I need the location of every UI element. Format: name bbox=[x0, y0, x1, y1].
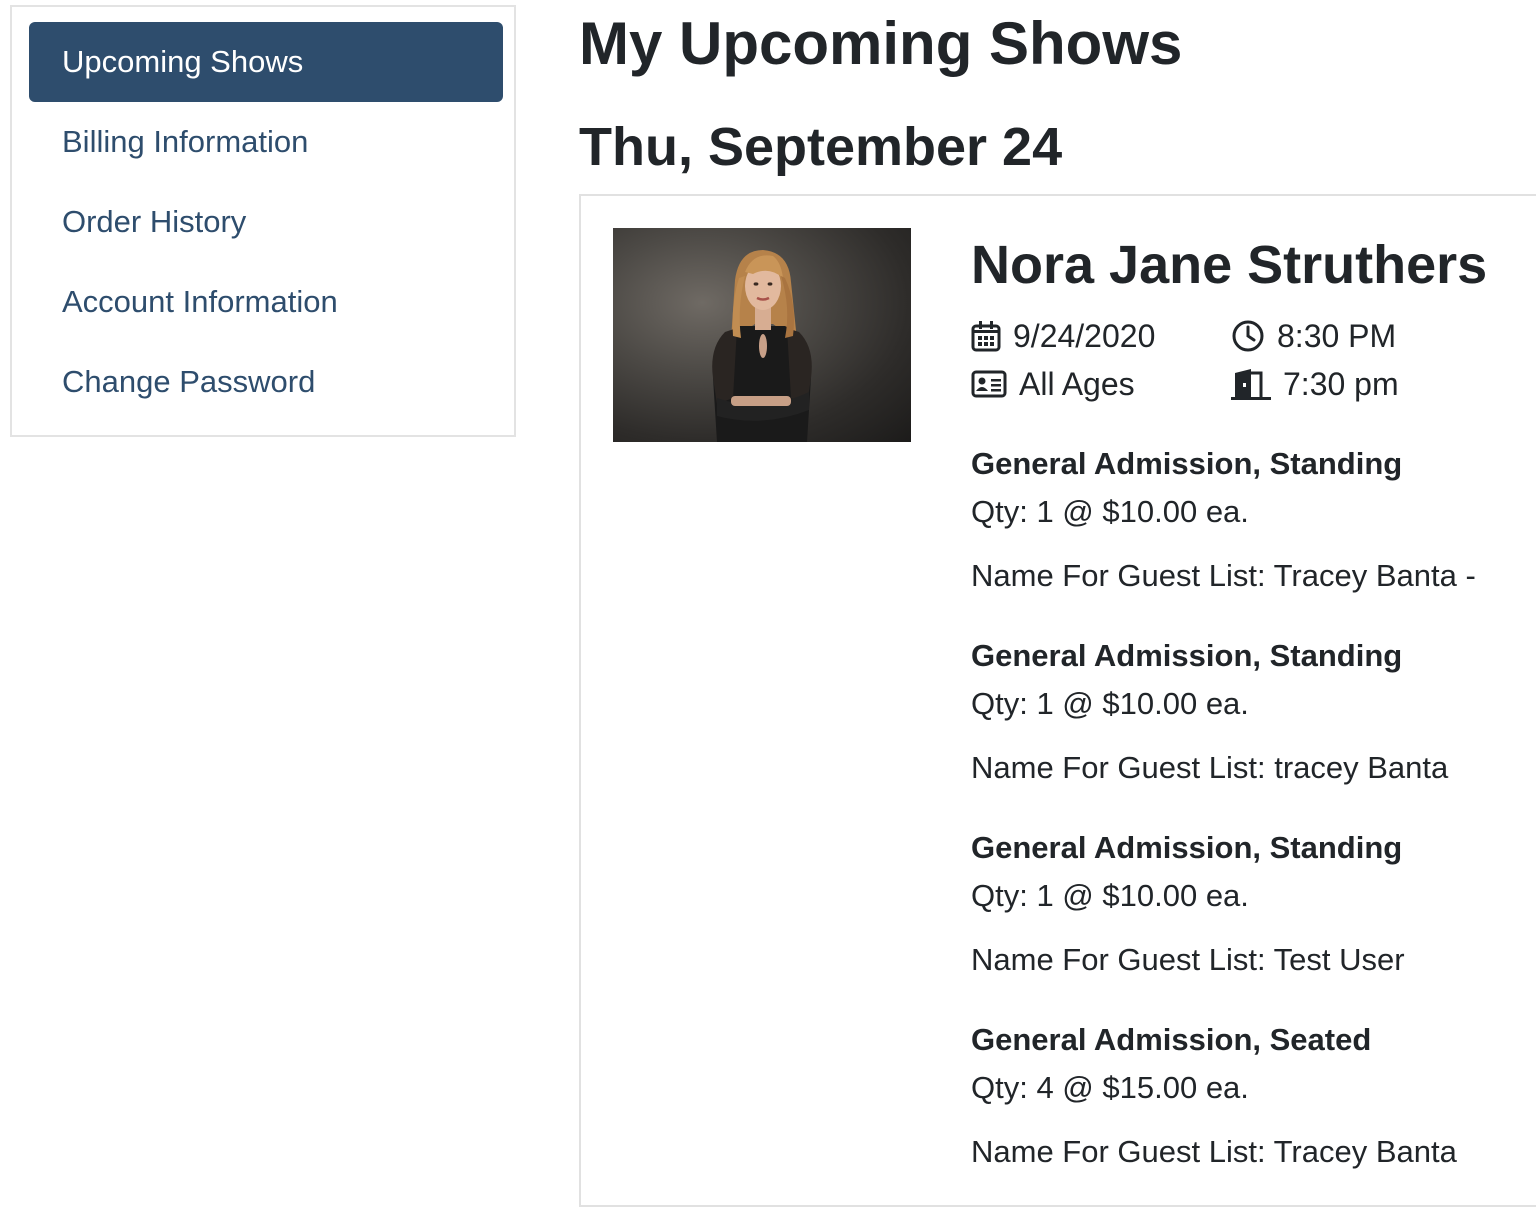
show-card: Nora Jane Struthers 9/24/2020 8:30 PM Al… bbox=[579, 194, 1536, 1207]
date-heading: Thu, September 24 bbox=[579, 117, 1063, 177]
account-sidebar: Upcoming Shows Billing Information Order… bbox=[10, 5, 516, 437]
guest-list-name: Name For Guest List: tracey Banta bbox=[971, 750, 1449, 785]
page-title: My Upcoming Shows bbox=[579, 10, 1183, 77]
sidebar-item-billing-information[interactable]: Billing Information bbox=[29, 102, 503, 182]
age-restriction: All Ages bbox=[971, 364, 1135, 404]
ticket-item: General Admission, Standing Qty: 1 @ $10… bbox=[971, 636, 1531, 788]
ticket-quantity: Qty: 4 @ $15.00 ea. bbox=[971, 1070, 1249, 1105]
show-time: 8:30 PM bbox=[1231, 316, 1396, 356]
sidebar-item-label: Order History bbox=[62, 204, 247, 239]
sidebar-item-change-password[interactable]: Change Password bbox=[29, 342, 503, 422]
ticket-quantity: Qty: 1 @ $10.00 ea. bbox=[971, 878, 1249, 913]
sidebar-item-label: Account Information bbox=[62, 284, 338, 319]
show-date: 9/24/2020 bbox=[971, 316, 1155, 356]
id-card-icon bbox=[971, 370, 1007, 398]
ticket-type: General Admission, Seated bbox=[971, 1022, 1372, 1057]
clock-icon bbox=[1232, 320, 1264, 352]
ticket-type: General Admission, Standing bbox=[971, 446, 1403, 481]
ticket-item: General Admission, Seated Qty: 4 @ $15.0… bbox=[971, 1020, 1531, 1172]
sidebar-item-upcoming-shows[interactable]: Upcoming Shows bbox=[29, 22, 503, 102]
sidebar-item-account-information[interactable]: Account Information bbox=[29, 262, 503, 342]
sidebar-item-order-history[interactable]: Order History bbox=[29, 182, 503, 262]
ticket-item: General Admission, Standing Qty: 1 @ $10… bbox=[971, 444, 1531, 596]
guest-list-name: Name For Guest List: Tracey Banta bbox=[971, 1134, 1457, 1169]
doors-time: 7:30 pm bbox=[1231, 364, 1399, 404]
sidebar-item-label: Change Password bbox=[62, 364, 316, 399]
calendar-icon bbox=[971, 321, 1001, 352]
doors-time-text: 7:30 pm bbox=[1283, 366, 1399, 402]
artist-photo-icon bbox=[712, 250, 812, 442]
show-date-text: 9/24/2020 bbox=[1013, 318, 1156, 354]
guest-list-name: Name For Guest List: Test User bbox=[971, 942, 1405, 977]
guest-list-name: Name For Guest List: Tracey Banta - bbox=[971, 558, 1476, 593]
artist-name: Nora Jane Struthers bbox=[971, 235, 1488, 295]
ticket-quantity: Qty: 1 @ $10.00 ea. bbox=[971, 494, 1249, 529]
sidebar-item-label: Upcoming Shows bbox=[62, 44, 304, 79]
ticket-type: General Admission, Standing bbox=[971, 638, 1403, 673]
door-icon bbox=[1231, 369, 1271, 400]
show-time-text: 8:30 PM bbox=[1277, 318, 1397, 354]
sidebar-item-label: Billing Information bbox=[62, 124, 309, 159]
artist-photo[interactable] bbox=[613, 228, 911, 442]
ticket-quantity: Qty: 1 @ $10.00 ea. bbox=[971, 686, 1249, 721]
age-restriction-text: All Ages bbox=[1019, 366, 1135, 402]
ticket-type: General Admission, Standing bbox=[971, 830, 1403, 865]
ticket-item: General Admission, Standing Qty: 1 @ $10… bbox=[971, 828, 1531, 980]
